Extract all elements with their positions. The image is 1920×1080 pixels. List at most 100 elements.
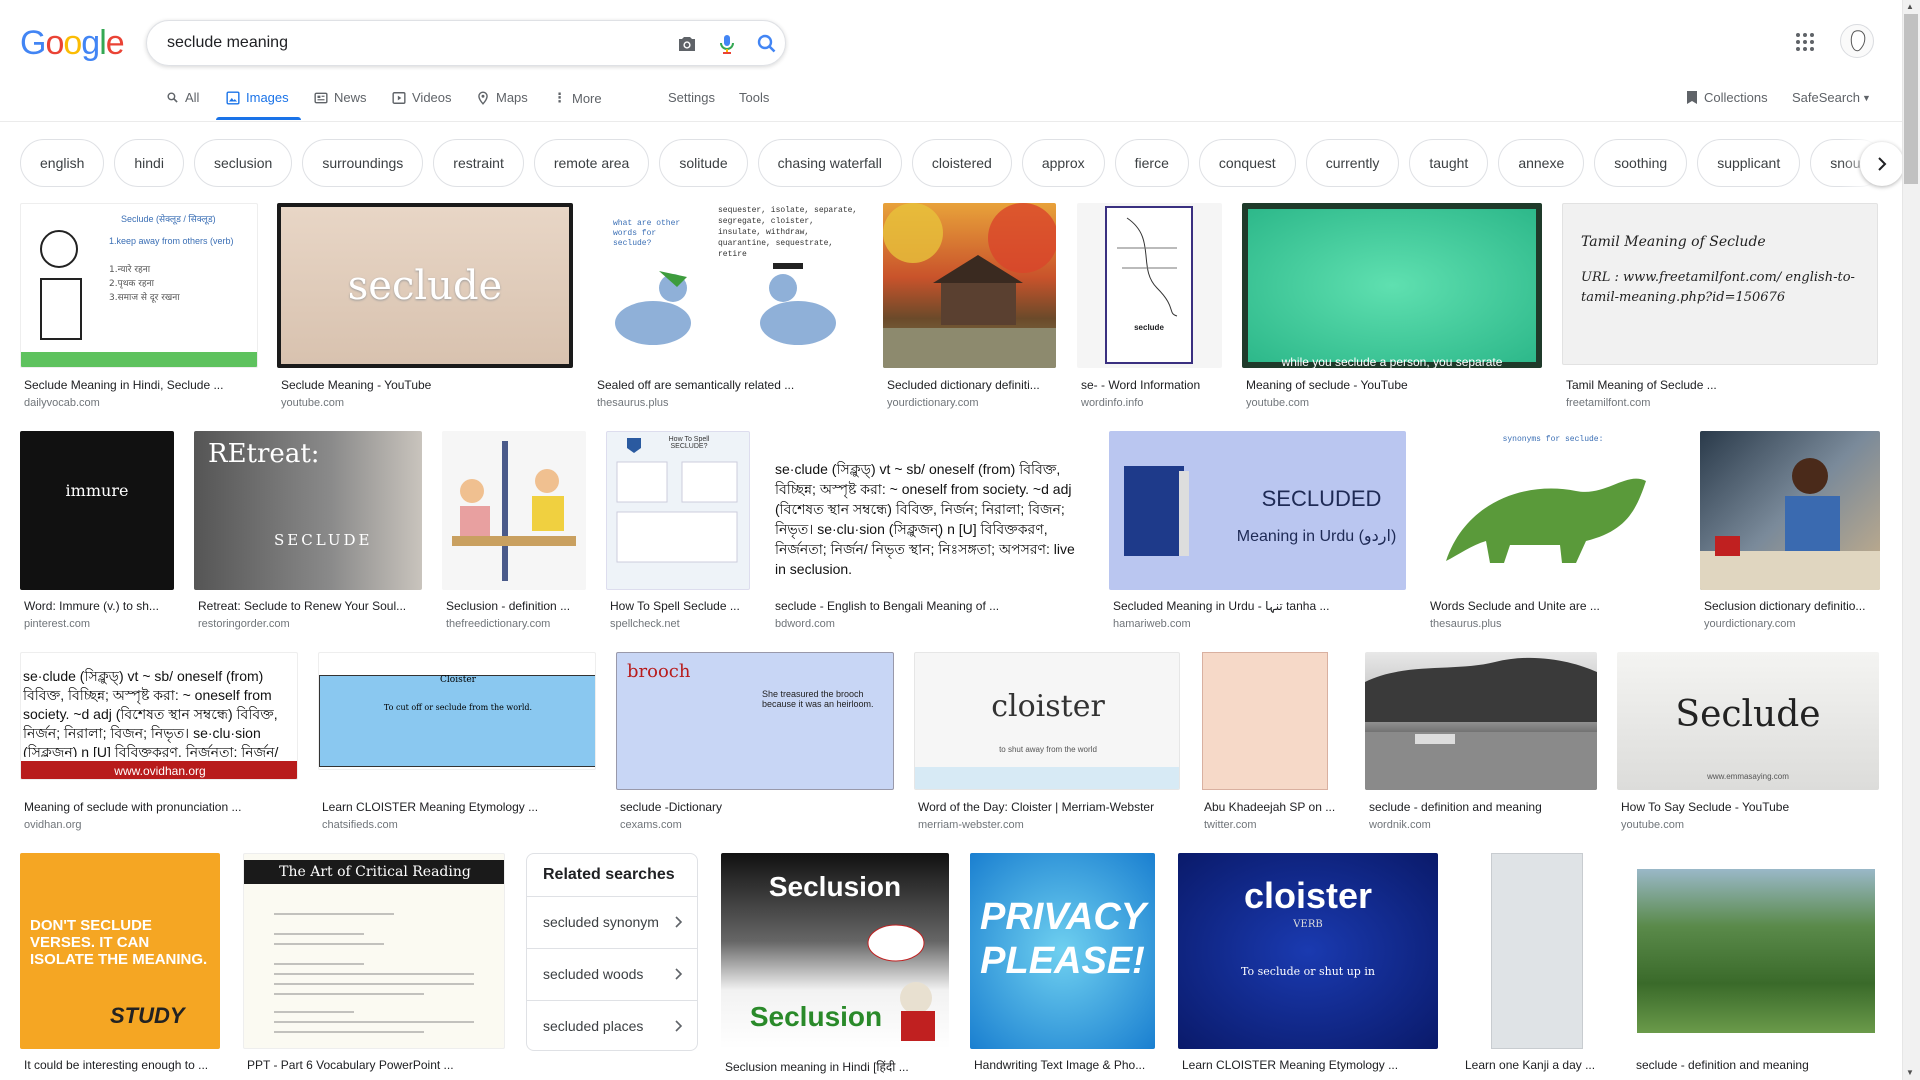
- result-thumbnail[interactable]: [1461, 853, 1609, 1049]
- result-thumbnail[interactable]: se·clude (সিক্লুড্) vt ~ sb/ oneself (fr…: [771, 431, 1089, 590]
- result-title[interactable]: seclude - definition and meaning: [1636, 1058, 1879, 1072]
- result-source[interactable]: thesaurus.plus: [597, 397, 861, 409]
- result-title[interactable]: Secluded dictionary definiti...: [887, 378, 1054, 392]
- image-result[interactable]: PRIVACY PLEASE! Handwriting Text Image &…: [970, 853, 1155, 1080]
- scroll-down-icon[interactable]: ▼: [1906, 1068, 1914, 1077]
- result-source[interactable]: youtube.com: [281, 397, 571, 409]
- google-logo[interactable]: Google: [20, 24, 125, 63]
- result-thumbnail[interactable]: How To Spell SECLUDE?: [606, 431, 750, 590]
- result-thumbnail[interactable]: what are other words for seclude? seques…: [593, 203, 863, 368]
- image-result[interactable]: Cloister To cut off or seclude from the …: [318, 652, 596, 832]
- result-thumbnail[interactable]: immure: [20, 431, 174, 590]
- result-source[interactable]: youtube.com: [1246, 397, 1540, 409]
- result-source[interactable]: wordinfo.info: [1081, 397, 1220, 409]
- result-thumbnail[interactable]: Seclusion Seclusion: [721, 853, 949, 1049]
- tools-link[interactable]: Tools: [739, 90, 769, 105]
- image-result[interactable]: 1.keep away from others (verb) 1.न्यारे …: [20, 203, 258, 413]
- result-title[interactable]: Seclude Meaning - YouTube: [281, 378, 571, 392]
- chip[interactable]: conquest: [1198, 139, 1296, 187]
- tab-maps[interactable]: Maps: [476, 90, 528, 105]
- chip[interactable]: fierce: [1114, 139, 1189, 187]
- result-title[interactable]: Seclusion dictionary definitio...: [1704, 599, 1880, 613]
- result-thumbnail[interactable]: synonyms for seclude:: [1426, 431, 1680, 590]
- result-thumbnail[interactable]: Tamil Meaning of Seclude URL : www.freet…: [1562, 203, 1878, 365]
- result-title[interactable]: Meaning of seclude with pronunciation ..…: [24, 800, 298, 814]
- result-source[interactable]: restoringorder.com: [198, 618, 422, 630]
- result-title[interactable]: Retreat: Seclude to Renew Your Soul...: [198, 599, 422, 613]
- image-result[interactable]: seclude - definition and meaning wordnik…: [1365, 652, 1597, 832]
- chip[interactable]: taught: [1409, 139, 1489, 187]
- result-thumbnail[interactable]: cloister VERB To seclude or shut up in: [1178, 853, 1438, 1049]
- image-result[interactable]: immure Word: Immure (v.) to sh... pinter…: [20, 431, 174, 631]
- scrollbar-thumb[interactable]: [1904, 14, 1918, 184]
- chip[interactable]: seclusion: [193, 139, 293, 187]
- image-result[interactable]: DON'T SECLUDE VERSES. IT CAN ISOLATE THE…: [20, 853, 220, 1080]
- result-title[interactable]: Seclude Meaning in Hindi, Seclude ...: [24, 378, 258, 392]
- image-result[interactable]: Learn one Kanji a day ...: [1461, 853, 1609, 1080]
- image-result[interactable]: what are other words for seclude? seques…: [593, 203, 863, 413]
- result-thumbnail[interactable]: while you seclude a person, you separate: [1242, 203, 1542, 368]
- result-source[interactable]: thesaurus.plus: [1430, 618, 1680, 630]
- related-search-item[interactable]: secluded synonym: [527, 896, 697, 948]
- chip[interactable]: supplicant: [1697, 139, 1801, 187]
- result-title[interactable]: seclude -Dictionary: [620, 800, 894, 814]
- result-title[interactable]: Learn CLOISTER Meaning Etymology ...: [1182, 1058, 1438, 1072]
- chips-next-button[interactable]: [1860, 142, 1904, 186]
- chip[interactable]: currently: [1305, 139, 1400, 187]
- image-result[interactable]: seclude - definition and meaning: [1632, 853, 1879, 1080]
- image-result[interactable]: seclude Seclude Meaning - YouTube youtub…: [277, 203, 573, 413]
- image-result[interactable]: REtreat: SECLUDE Retreat: Seclude to Ren…: [194, 431, 422, 631]
- search-icon[interactable]: [755, 32, 779, 56]
- image-result[interactable]: Seclusion Seclusion Seclusion meaning in…: [721, 853, 949, 1080]
- result-thumbnail[interactable]: 1.keep away from others (verb) 1.न्यारे …: [20, 203, 258, 368]
- result-thumbnail[interactable]: [1200, 652, 1344, 790]
- chip[interactable]: approx: [1021, 139, 1105, 187]
- image-result[interactable]: Secluded dictionary definiti... yourdict…: [883, 203, 1056, 413]
- result-source[interactable]: wordnik.com: [1369, 819, 1597, 831]
- result-thumbnail[interactable]: seclude: [277, 203, 573, 368]
- result-source[interactable]: thefreedictionary.com: [446, 618, 586, 630]
- result-title[interactable]: Tamil Meaning of Seclude ...: [1566, 378, 1876, 392]
- result-source[interactable]: cexams.com: [620, 819, 894, 831]
- result-source[interactable]: youtube.com: [1621, 819, 1879, 831]
- search-input[interactable]: [167, 31, 627, 55]
- image-result[interactable]: The Art of Critical Reading PPT - Part 6…: [243, 853, 505, 1080]
- account-avatar[interactable]: [1840, 24, 1874, 58]
- image-result[interactable]: se·clude (সিক্লুড্) vt ~ sb/ oneself (fr…: [20, 652, 298, 832]
- apps-grid-icon[interactable]: [1795, 32, 1815, 52]
- image-result[interactable]: Abu Khadeejah SP on ... twitter.com: [1200, 652, 1344, 832]
- result-thumbnail[interactable]: Seclude www.emmasaying.com: [1617, 652, 1879, 790]
- tab-all[interactable]: All: [166, 90, 199, 105]
- result-source[interactable]: yourdictionary.com: [887, 397, 1054, 409]
- result-source[interactable]: hamariweb.com: [1113, 618, 1406, 630]
- camera-icon[interactable]: [675, 32, 699, 56]
- result-title[interactable]: Learn one Kanji a day ...: [1465, 1058, 1609, 1072]
- mic-icon[interactable]: [715, 32, 739, 56]
- result-title[interactable]: seclude - English to Bengali Meaning of …: [775, 599, 1089, 613]
- tab-images[interactable]: Images: [226, 90, 289, 105]
- result-title[interactable]: Abu Khadeejah SP on ...: [1204, 800, 1344, 814]
- result-thumbnail[interactable]: [1700, 431, 1880, 590]
- result-thumbnail[interactable]: brooch She treasured the brooch because …: [616, 652, 894, 790]
- result-thumbnail[interactable]: PRIVACY PLEASE!: [970, 853, 1155, 1049]
- collections-link[interactable]: Collections: [1686, 90, 1768, 105]
- result-source[interactable]: spellcheck.net: [610, 618, 750, 630]
- result-title[interactable]: How To Spell Seclude ...: [610, 599, 750, 613]
- result-source[interactable]: chatsifieds.com: [322, 819, 596, 831]
- search-box[interactable]: [146, 20, 786, 66]
- image-result[interactable]: se·clude (সিক্লুড্) vt ~ sb/ oneself (fr…: [771, 431, 1089, 631]
- image-result[interactable]: synonyms for seclude: Words Seclude and …: [1426, 431, 1680, 631]
- result-thumbnail[interactable]: Cloister To cut off or seclude from the …: [318, 652, 596, 770]
- result-title[interactable]: Seclusion meaning in Hindi [हिंदी ...: [725, 1058, 949, 1075]
- tab-news[interactable]: News: [314, 90, 367, 105]
- related-search-item[interactable]: secluded woods: [527, 948, 697, 1000]
- result-title[interactable]: Words Seclude and Unite are ...: [1430, 599, 1680, 613]
- result-title[interactable]: Word: Immure (v.) to sh...: [24, 599, 174, 613]
- tab-more[interactable]: ⋮ More: [553, 90, 602, 106]
- image-result[interactable]: Seclusion - definition ... thefreedictio…: [442, 431, 586, 631]
- image-result[interactable]: cloister to shut away from the world Wor…: [914, 652, 1180, 832]
- result-title[interactable]: It could be interesting enough to ...: [24, 1058, 220, 1072]
- safesearch-dropdown[interactable]: SafeSearch ▼: [1792, 90, 1871, 105]
- result-thumbnail[interactable]: REtreat: SECLUDE: [194, 431, 422, 590]
- result-source[interactable]: yourdictionary.com: [1704, 618, 1880, 630]
